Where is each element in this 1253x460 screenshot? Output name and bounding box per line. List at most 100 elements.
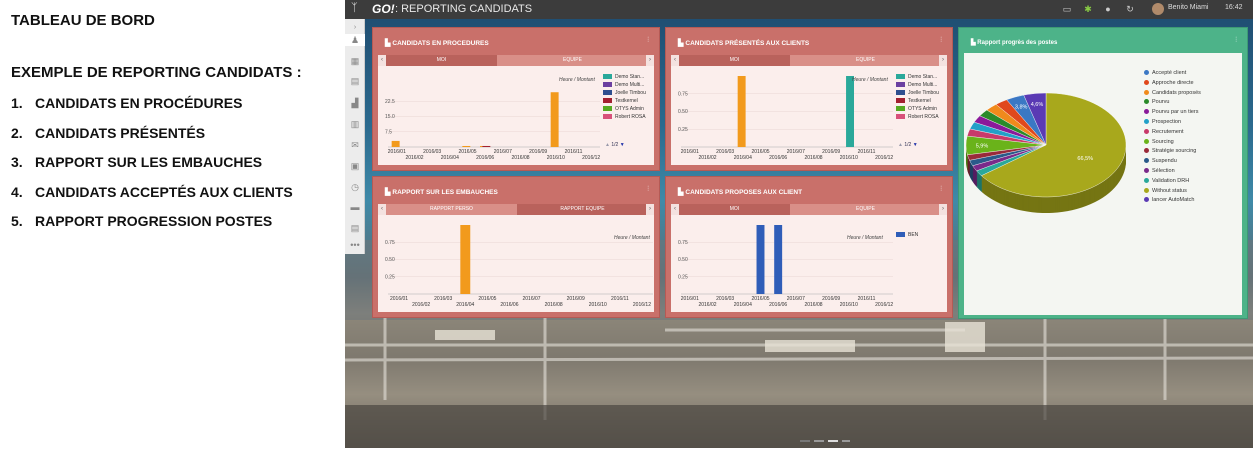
options-icon[interactable]: ⫶ <box>1235 37 1237 45</box>
legend-swatch <box>896 232 905 238</box>
tab-moi[interactable]: MOI <box>679 55 790 66</box>
more-icon[interactable]: ••• <box>349 239 361 251</box>
legend-item[interactable]: Suspendu <box>1144 157 1201 167</box>
legend-pager[interactable]: ▲ 1/2 ▼ <box>605 142 625 148</box>
legend-dot <box>1144 99 1149 105</box>
x-tick-label: 2016/05 <box>751 149 769 155</box>
card-icon[interactable]: ▬ <box>349 201 361 213</box>
tab-moi[interactable]: MOI <box>386 55 497 66</box>
legend-item[interactable]: OTYS Admin <box>896 105 939 113</box>
carousel-dot[interactable] <box>842 440 850 442</box>
legend-item[interactable]: Robert ROSA <box>603 113 646 121</box>
mail-icon[interactable]: ✉ <box>349 139 361 151</box>
pager-up-icon[interactable]: ▲ <box>605 142 610 148</box>
legend-item[interactable]: OTYS Admin <box>603 105 646 113</box>
users-icon[interactable]: ♟ <box>345 34 365 46</box>
legend-item[interactable]: BEN <box>896 231 918 239</box>
legend-item[interactable]: Sourcing <box>1144 138 1201 148</box>
legend-item[interactable]: Approche directe <box>1144 79 1201 89</box>
contact-icon[interactable]: ▤ <box>349 75 361 87</box>
window-title: : REPORTING CANDIDATS <box>395 3 533 15</box>
company-icon[interactable]: ▥ <box>349 118 361 130</box>
next-arrow-icon[interactable]: › <box>939 204 947 215</box>
x-tick-label: 2016/06 <box>476 155 494 161</box>
collapse-chevron-icon[interactable]: › <box>349 22 361 34</box>
refresh-icon[interactable]: ↻ <box>1124 3 1136 15</box>
building-icon[interactable]: ▦ <box>349 55 361 67</box>
options-icon[interactable]: ⫶ <box>647 37 649 45</box>
legend-item[interactable]: Testkernel <box>896 97 939 105</box>
legend-item[interactable]: Joelle Timbou <box>603 89 646 97</box>
x-tick-label: 2016/11 <box>858 149 876 155</box>
options-icon[interactable]: ⫶ <box>940 186 942 194</box>
legend-item[interactable]: Pourvu <box>1144 98 1201 108</box>
x-tick-label: 2016/02 <box>412 302 430 308</box>
menu-logo-icon[interactable]: ᛉ <box>351 2 358 14</box>
legend-item[interactable]: Demo Multi... <box>896 81 939 89</box>
tab-equipe[interactable]: EQUIPE <box>790 204 941 215</box>
tab-rapport-perso[interactable]: RAPPORT PERSO <box>386 204 517 215</box>
widget-title: CANDIDATS PROPOSES AUX CLIENT <box>685 189 803 196</box>
prev-arrow-icon[interactable]: ‹ <box>671 55 679 66</box>
document-icon[interactable]: ▤ <box>349 222 361 234</box>
avatar[interactable] <box>1152 3 1164 15</box>
next-arrow-icon[interactable]: › <box>646 55 654 66</box>
options-icon[interactable]: ⫶ <box>647 186 649 194</box>
legend-item[interactable]: Without status <box>1144 187 1201 197</box>
legend-item[interactable]: Accepté client <box>1144 69 1201 79</box>
legend-item[interactable]: lancer AutoMatch <box>1144 196 1201 206</box>
next-arrow-icon[interactable]: › <box>939 55 947 66</box>
tab-rapport-equipe[interactable]: RAPPORT EQUIPE <box>517 204 648 215</box>
prev-arrow-icon[interactable]: ‹ <box>378 55 386 66</box>
pager-up-icon[interactable]: ▲ <box>898 142 903 148</box>
x-tick-label: 2016/11 <box>858 296 876 302</box>
legend-item[interactable]: Testkernel <box>603 97 646 105</box>
list-number: 4. <box>11 184 23 200</box>
y-tick-label: 0.75 <box>385 240 395 246</box>
calendar-icon[interactable]: ▣ <box>349 160 361 172</box>
settings-icon[interactable]: ✱ <box>1082 3 1094 15</box>
legend-item[interactable]: Recrutement <box>1144 128 1201 138</box>
legend-item[interactable]: Sélection <box>1144 167 1201 177</box>
prev-arrow-icon[interactable]: ‹ <box>671 204 679 215</box>
x-tick-label: 2016/03 <box>716 296 734 302</box>
legend-dot <box>1144 70 1149 76</box>
x-tick-label: 2016/04 <box>456 302 474 308</box>
info-icon[interactable]: ● <box>1102 3 1114 15</box>
tab-equipe[interactable]: EQUIPE <box>497 55 648 66</box>
legend-item[interactable]: Joelle Timbou <box>896 89 939 97</box>
carousel-dot[interactable] <box>814 440 824 442</box>
clock-icon[interactable]: ◷ <box>349 181 361 193</box>
legend-pager[interactable]: ▲ 1/2 ▼ <box>898 142 918 148</box>
options-icon[interactable]: ⫶ <box>940 37 942 45</box>
legend-item[interactable]: Demo Stan... <box>896 73 939 81</box>
prev-arrow-icon[interactable]: ‹ <box>378 204 386 215</box>
pager-down-icon[interactable]: ▼ <box>913 142 918 148</box>
legend-item[interactable]: Robert ROSA <box>896 113 939 121</box>
legend-item[interactable]: Candidats proposés <box>1144 89 1201 99</box>
list-label: CANDIDATS EN PROCÉDURES <box>35 95 243 111</box>
carousel-dot[interactable] <box>800 440 810 442</box>
legend-item[interactable]: Stratégie sourcing <box>1144 147 1201 157</box>
next-arrow-icon[interactable]: › <box>646 204 654 215</box>
legend-label: Joelle Timbou <box>615 90 646 96</box>
pager-label: 1/2 <box>904 142 912 148</box>
chart-legend: Demo Stan... Demo Multi... Joelle Timbou… <box>603 73 646 121</box>
bar <box>737 76 746 147</box>
monitor-icon[interactable]: ▭ <box>1061 3 1073 15</box>
legend-dot <box>1144 109 1149 115</box>
legend-item[interactable]: Prospection <box>1144 118 1201 128</box>
carousel-dot[interactable] <box>828 440 838 442</box>
tab-equipe[interactable]: EQUIPE <box>790 55 941 66</box>
legend-item[interactable]: Demo Stan... <box>603 73 646 81</box>
pager-down-icon[interactable]: ▼ <box>620 142 625 148</box>
legend-item[interactable]: Pourvu par un tiers <box>1144 108 1201 118</box>
legend-item[interactable]: Validation DRH <box>1144 177 1201 187</box>
legend-item[interactable]: Demo Multi... <box>603 81 646 89</box>
chart-legend: Demo Stan... Demo Multi... Joelle Timbou… <box>896 73 939 121</box>
brand-logo[interactable]: GO! <box>372 2 395 16</box>
x-tick-label: 2016/03 <box>716 149 734 155</box>
user-name[interactable]: Benito Miami <box>1168 4 1208 11</box>
chart-icon[interactable]: ▟ <box>349 97 361 109</box>
tab-moi[interactable]: MOI <box>679 204 790 215</box>
